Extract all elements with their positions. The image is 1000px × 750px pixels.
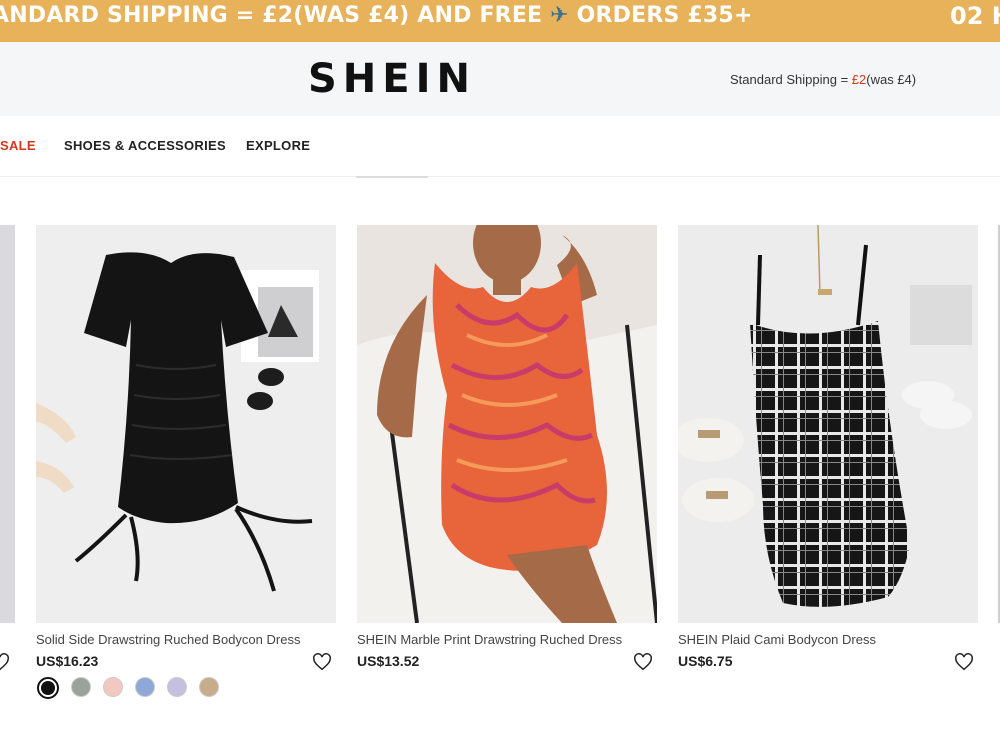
product-image[interactable] — [357, 225, 657, 623]
product-price: US$16.23 — [36, 653, 99, 669]
swatch-pink-stripe[interactable] — [103, 677, 123, 697]
shipping-was: (was £4) — [866, 72, 917, 87]
orange-dress-image — [357, 225, 657, 623]
product-title[interactable]: SHEIN Marble Print Drawstring Ruched Dre… — [357, 632, 622, 647]
nav-item-sale[interactable]: SALE — [0, 138, 36, 153]
shipping-label: Standard Shipping = — [730, 72, 852, 87]
product-price: US$13.52 — [357, 653, 420, 669]
product-title[interactable]: SHEIN Plaid Cami Bodycon Dress — [678, 632, 876, 647]
promo-text-before: ANDARD SHIPPING = £2(WAS £4) AND FREE — [0, 3, 543, 28]
swatch-khaki[interactable] — [199, 677, 219, 697]
swatch-lilac[interactable] — [167, 677, 187, 697]
black-dress-image — [36, 225, 336, 623]
airplane-icon: ✈ — [550, 3, 569, 28]
countdown-timer: 02 H — [950, 2, 1000, 30]
nav-item-shoes-accessories[interactable]: SHOES & ACCESSORIES — [64, 138, 226, 153]
heart-icon[interactable] — [312, 653, 332, 671]
heart-icon[interactable] — [633, 653, 653, 671]
scroll-indicator — [356, 176, 428, 178]
product-image-partial-left[interactable] — [0, 225, 15, 623]
product-card[interactable]: SHEIN Plaid Cami Bodycon Dress US$6.75 — [678, 225, 978, 671]
swatch-grey-stripe[interactable] — [71, 677, 91, 697]
nav-item-explore[interactable]: EXPLORE — [246, 138, 310, 153]
product-price: US$6.75 — [678, 653, 733, 669]
shipping-note: Standard Shipping = £2(was £4) — [730, 72, 916, 87]
product-image[interactable] — [678, 225, 978, 623]
main-nav: SALE SHOES & ACCESSORIES EXPLORE — [0, 116, 1000, 177]
heart-icon[interactable] — [954, 653, 974, 671]
promo-banner[interactable]: ANDARD SHIPPING = £2(WAS £4) AND FREE ✈ … — [0, 0, 1000, 42]
swatch-black[interactable] — [37, 677, 59, 699]
plaid-dress-image — [678, 225, 978, 623]
site-header: SHEIN Standard Shipping = £2(was £4) — [0, 42, 1000, 116]
product-title[interactable]: Solid Side Drawstring Ruched Bodycon Dre… — [36, 632, 300, 647]
promo-text: ANDARD SHIPPING = £2(WAS £4) AND FREE ✈ … — [0, 3, 753, 28]
promo-text-after: ORDERS £35+ — [576, 3, 753, 28]
shein-logo[interactable]: SHEIN — [308, 56, 476, 102]
shipping-price: £2 — [851, 72, 867, 87]
product-image[interactable] — [36, 225, 336, 623]
product-card[interactable]: Solid Side Drawstring Ruched Bodycon Dre… — [36, 225, 336, 699]
swatch-blue[interactable] — [135, 677, 155, 697]
product-card[interactable]: SHEIN Marble Print Drawstring Ruched Dre… — [357, 225, 657, 671]
heart-icon[interactable] — [0, 653, 10, 671]
